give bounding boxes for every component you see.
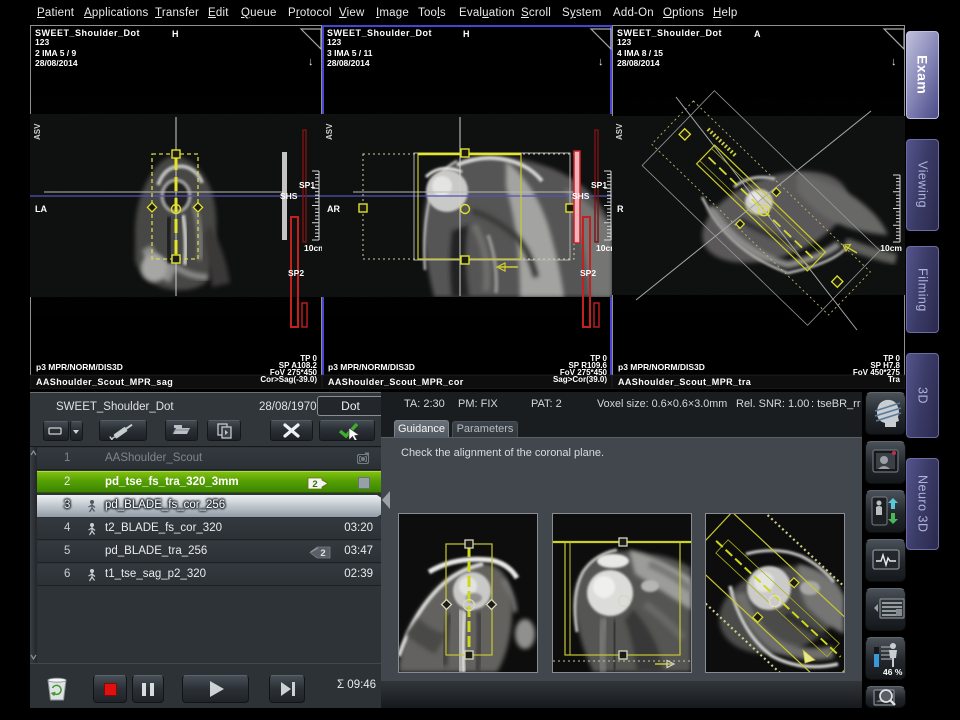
svg-text:2 IMA 5 / 9: 2 IMA 5 / 9 xyxy=(35,48,77,58)
svg-text:3 IMA 5 / 11: 3 IMA 5 / 11 xyxy=(327,48,373,58)
svg-text:SP1: SP1 xyxy=(591,180,607,190)
svg-text:10cm: 10cm xyxy=(880,243,902,253)
svg-text:28/08/2014: 28/08/2014 xyxy=(327,58,370,68)
svg-text:SP2: SP2 xyxy=(580,268,596,278)
svg-text:28/08/2014: 28/08/2014 xyxy=(617,58,660,68)
svg-text:2: 2 xyxy=(320,548,325,559)
svg-text:SHS: SHS xyxy=(572,191,590,201)
svg-text:SWEET_Shoulder_Dot: SWEET_Shoulder_Dot xyxy=(327,28,432,38)
svg-text:46 %: 46 % xyxy=(883,667,903,677)
svg-text:H: H xyxy=(172,29,179,39)
svg-text:AAShoulder_Scout_MPR_cor: AAShoulder_Scout_MPR_cor xyxy=(328,377,464,387)
svg-text:123: 123 xyxy=(327,37,341,47)
svg-text:Tra: Tra xyxy=(888,375,901,384)
svg-text:A: A xyxy=(754,29,761,39)
svg-text:Cor>Sag(-39.0): Cor>Sag(-39.0) xyxy=(260,375,317,384)
svg-text:SP2: SP2 xyxy=(288,268,304,278)
svg-text:10cm: 10cm xyxy=(596,243,612,253)
svg-text:4 IMA 8 / 15: 4 IMA 8 / 15 xyxy=(617,48,663,58)
svg-text:p3 MPR/NORM/DIS3D: p3 MPR/NORM/DIS3D xyxy=(36,362,123,372)
svg-text:R: R xyxy=(617,204,624,214)
svg-text:p3 MPR/NORM/DIS3D: p3 MPR/NORM/DIS3D xyxy=(618,362,705,372)
svg-text:ASV: ASV xyxy=(615,123,624,140)
svg-text:123: 123 xyxy=(617,37,631,47)
svg-text:↓: ↓ xyxy=(891,56,897,68)
svg-text:SWEET_Shoulder_Dot: SWEET_Shoulder_Dot xyxy=(617,28,722,38)
svg-text:↓: ↓ xyxy=(598,56,604,68)
svg-text:28/08/2014: 28/08/2014 xyxy=(35,58,78,68)
svg-text:ASV: ASV xyxy=(325,123,334,140)
svg-text:H: H xyxy=(463,29,470,39)
svg-text:AR: AR xyxy=(327,204,340,214)
svg-text:p3 MPR/NORM/DIS3D: p3 MPR/NORM/DIS3D xyxy=(328,362,415,372)
svg-text:Sag>Cor(39.0): Sag>Cor(39.0) xyxy=(553,375,607,384)
svg-text:SHS: SHS xyxy=(280,191,298,201)
svg-text:10cm: 10cm xyxy=(304,243,322,253)
svg-text:↓: ↓ xyxy=(308,56,314,68)
svg-text:ASV: ASV xyxy=(33,123,42,140)
svg-text:2: 2 xyxy=(312,479,317,490)
svg-text:AAShoulder_Scout_MPR_tra: AAShoulder_Scout_MPR_tra xyxy=(618,377,752,387)
svg-text:AAShoulder_Scout_MPR_sag: AAShoulder_Scout_MPR_sag xyxy=(36,377,173,387)
svg-text:LA: LA xyxy=(35,204,47,214)
svg-text:SP1: SP1 xyxy=(299,180,315,190)
svg-text:123: 123 xyxy=(35,37,49,47)
svg-text:SWEET_Shoulder_Dot: SWEET_Shoulder_Dot xyxy=(35,28,140,38)
